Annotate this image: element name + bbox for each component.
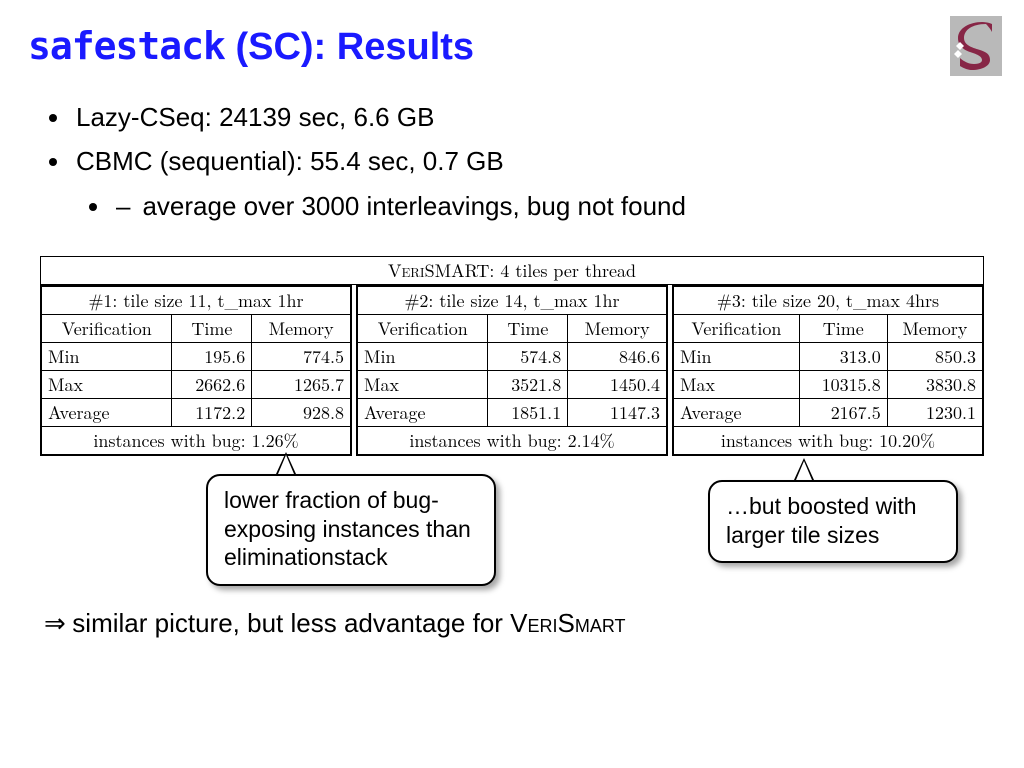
block2-bug: instances with bug: 2.14% [358,426,667,454]
table-block-1: #1: tile size 11, t_max 1hr Verification… [40,285,352,456]
implies-arrow-icon: ⇒ [44,609,72,638]
table-block-2: #2: tile size 14, t_max 1hr Verification… [356,285,668,456]
block2-header: #2: tile size 14, t_max 1hr [358,286,667,314]
block1-header: #1: tile size 11, t_max 1hr [42,286,351,314]
block1-bug: instances with bug: 1.26% [42,426,351,454]
block3-bug: instances with bug: 10.20% [674,426,983,454]
callout-pointer-icon [794,458,814,480]
bullet-cbmc: CBMC (sequential): 55.4 sec, 0.7 GB [72,141,996,181]
callout-pointer-icon [276,452,296,474]
conclusion: ⇒ similar picture, but less advantage fo… [44,608,996,639]
callout-lower-fraction: lower fraction of bug-exposing instances… [206,474,496,586]
results-table: VeriSMART: 4 tiles per thread #1: tile s… [40,256,984,456]
table-caption: VeriSMART: 4 tiles per thread [41,256,984,284]
bullet-list: Lazy-CSeq: 24139 sec, 6.6 GB CBMC (seque… [72,97,996,226]
callout-boosted: …but boosted with larger tile sizes [708,480,958,564]
slide-title: safestack (SC): Results [28,24,996,69]
sub-bullet-interleavings: average over 3000 interleavings, bug not… [112,186,996,226]
title-rest: (SC): Results [225,26,474,68]
block3-header: #3: tile size 20, t_max 4hrs [674,286,983,314]
bullet-lazy-cseq: Lazy-CSeq: 24139 sec, 6.6 GB [72,97,996,137]
university-logo-icon [950,16,1002,76]
title-code: safestack [28,24,225,68]
table-block-3: #3: tile size 20, t_max 4hrs Verificatio… [672,285,984,456]
